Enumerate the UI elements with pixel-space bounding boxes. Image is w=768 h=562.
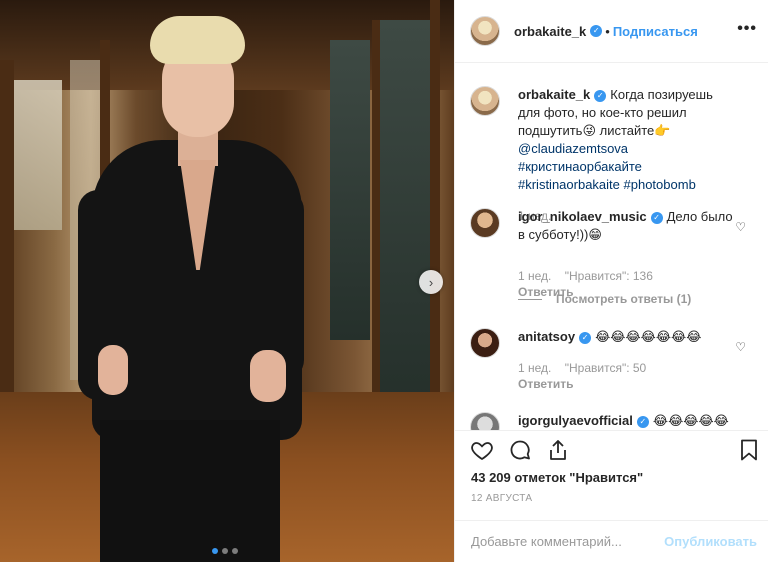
comment-body: igor_nikolaev_music ✓ Дело было в субботу!… [518, 208, 738, 300]
view-replies-button[interactable]: Посмотреть ответы (1) [518, 292, 691, 306]
verified-badge-icon: ✓ [636, 415, 649, 428]
carousel-indicator [212, 548, 238, 554]
carousel-dot-active [212, 548, 218, 554]
comment-likes[interactable]: "Нравится": 136 [565, 269, 653, 283]
chevron-right-icon: › [428, 274, 434, 290]
heart-icon[interactable] [470, 438, 494, 462]
photo-post-right-2 [430, 0, 440, 460]
person-hand-left [98, 345, 128, 395]
follow-separator: • [605, 23, 610, 39]
verified-badge-icon: ✓ [579, 331, 592, 344]
comment-like-icon[interactable]: ♡ [735, 220, 746, 234]
photo-window-right-2 [380, 20, 430, 400]
caption-body: orbakaite_k ✓ Когда позируешь для фото, но… [518, 86, 738, 224]
post-photo[interactable]: › [0, 0, 454, 562]
verified-badge-icon: ✓ [590, 25, 603, 37]
comments-list[interactable]: orbakaite_k ✓ Когда позируешь для фото, но… [455, 64, 768, 430]
carousel-dot [232, 548, 238, 554]
comment-time: 1 нед. [518, 269, 552, 283]
comment-text: 😂😂😂😂😂😂😂 [595, 329, 702, 344]
comment-likes[interactable]: "Нравится": 50 [565, 361, 647, 375]
comment-body: anitatsoy ✓ 😂😂😂😂😂😂😂 1 нед. "Нравится": 50 … [518, 328, 738, 392]
share-icon[interactable] [546, 438, 570, 462]
comment-meta: 1 нед. "Нравится": 50 Ответить [518, 360, 738, 392]
instagram-post-viewer: › orbakaite_k ✓ • Подписаться ••• orbaka… [0, 0, 768, 562]
comment-body: igorgulyaevofficial ✓ 😂😂😂😂😂 [518, 412, 738, 430]
photo-window-left [12, 80, 62, 230]
publish-button[interactable]: Опубликовать [664, 534, 757, 549]
post-actions-bar [455, 430, 768, 474]
person-hair [150, 16, 245, 64]
likes-count[interactable]: 43 209 отметок "Нравится" [471, 470, 643, 485]
comment-username[interactable]: anitatsoy [518, 329, 575, 344]
comment-time: 1 нед. [518, 361, 552, 375]
comment-username[interactable]: igorgulyaevofficial [518, 413, 633, 428]
caption-hashtag[interactable]: #kristinaorbakaite [518, 177, 620, 192]
avatar[interactable] [470, 208, 500, 238]
verified-badge-icon: ✓ [594, 89, 607, 102]
person-legs [100, 420, 280, 562]
reply-button[interactable]: Ответить [518, 377, 573, 391]
bookmark-icon[interactable] [737, 438, 761, 462]
post-side-panel: orbakaite_k ✓ • Подписаться ••• orbakait… [454, 0, 768, 562]
avatar[interactable] [470, 86, 500, 116]
photo-post-right [372, 20, 380, 440]
avatar[interactable] [470, 16, 500, 46]
carousel-dot [222, 548, 228, 554]
comment-icon[interactable] [508, 438, 532, 462]
avatar[interactable] [470, 328, 500, 358]
post-header: orbakaite_k ✓ • Подписаться ••• [455, 0, 768, 63]
comment-username[interactable]: igor_nikolaev_music [518, 209, 647, 224]
caption-mention[interactable]: @claudiazemtsova [518, 141, 628, 156]
caption-hashtag[interactable]: #кристинаорбакайте [518, 159, 642, 174]
post-date: 12 августа [471, 493, 533, 504]
carousel-next-button[interactable]: › [419, 270, 443, 294]
comment-like-icon[interactable]: ♡ [735, 340, 746, 354]
caption-hashtag[interactable]: #photobomb [624, 177, 696, 192]
comment-input[interactable] [471, 534, 665, 549]
photo-window-right [330, 40, 370, 340]
caption-username[interactable]: orbakaite_k [518, 87, 590, 102]
more-options-icon[interactable]: ••• [737, 20, 757, 38]
comment-text: 😂😂😂😂😂 [652, 413, 729, 428]
follow-button[interactable]: Подписаться [613, 24, 698, 39]
add-comment-bar: Опубликовать [455, 520, 768, 562]
author-username[interactable]: orbakaite_k [514, 24, 586, 39]
person-hand-right [250, 350, 286, 402]
verified-badge-icon: ✓ [650, 211, 663, 224]
avatar[interactable] [470, 412, 500, 430]
